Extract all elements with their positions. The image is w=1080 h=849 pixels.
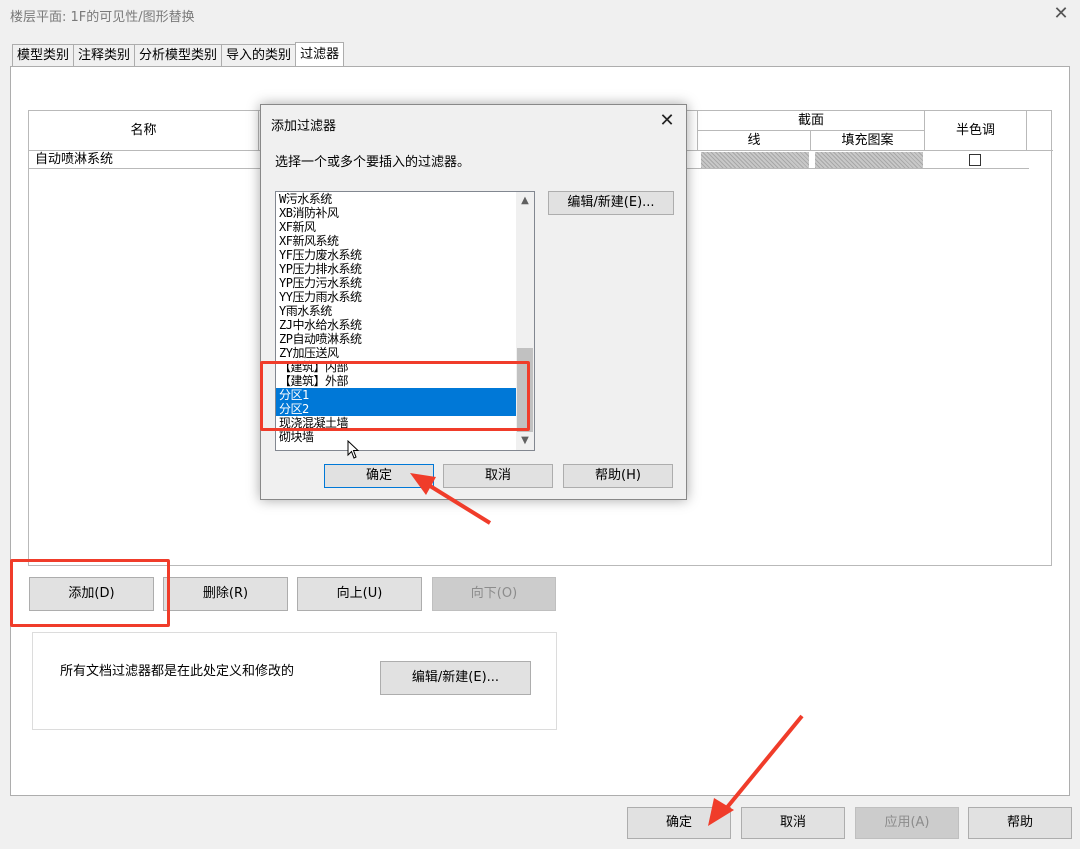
- scroll-up-icon[interactable]: ▲: [516, 192, 534, 210]
- info-text: 所有文档过滤器都是在此处定义和修改的: [60, 664, 295, 679]
- mouse-cursor-icon: [347, 440, 360, 459]
- list-item[interactable]: YP压力排水系统: [276, 262, 516, 276]
- add-filter-dialog: 添加过滤器 ✕ 选择一个或多个要插入的过滤器。 W污水系统 XB消防补风 XF新风 X…: [260, 104, 687, 500]
- header-fill-pattern: 填充图案: [811, 131, 925, 151]
- tab-imported-categories[interactable]: 导入的类别: [221, 44, 297, 67]
- list-item[interactable]: Y雨水系统: [276, 304, 516, 318]
- header-cut: 截面: [697, 111, 925, 131]
- row-name: 自动喷淋系统: [35, 152, 114, 167]
- highlight-box-selection: [260, 361, 530, 431]
- tab-model-categories[interactable]: 模型类别: [12, 44, 75, 67]
- dialog-edit-new-button[interactable]: 编辑/新建(E)...: [548, 191, 674, 215]
- annotation-arrow-dialog-ok: [410, 473, 492, 525]
- scroll-down-icon[interactable]: ▼: [516, 432, 534, 450]
- list-item[interactable]: YF压力废水系统: [276, 248, 516, 262]
- cut-fill-swatch[interactable]: [815, 152, 923, 168]
- dialog-title: 添加过滤器: [271, 119, 337, 134]
- delete-filter-button[interactable]: 删除(R): [163, 577, 288, 611]
- list-item[interactable]: XB消防补风: [276, 206, 516, 220]
- halftone-checkbox[interactable]: [969, 154, 981, 166]
- highlight-box-add: [10, 559, 170, 627]
- list-item[interactable]: ZP自动喷淋系统: [276, 332, 516, 346]
- cut-line-swatch[interactable]: [701, 152, 809, 168]
- list-item[interactable]: XF新风系统: [276, 234, 516, 248]
- edit-new-button[interactable]: 编辑/新建(E)...: [380, 661, 531, 695]
- list-item[interactable]: W污水系统: [276, 192, 516, 206]
- list-item[interactable]: YP压力污水系统: [276, 276, 516, 290]
- dialog-prompt: 选择一个或多个要插入的过滤器。: [275, 155, 471, 170]
- list-item[interactable]: XF新风: [276, 220, 516, 234]
- header-name: 名称: [29, 111, 259, 151]
- tab-analytical-model-categories[interactable]: 分析模型类别: [134, 44, 223, 67]
- header-halftone: 半色调: [925, 111, 1027, 151]
- header-line: 线: [697, 131, 811, 151]
- list-item[interactable]: ZY加压送风: [276, 346, 516, 360]
- tab-filters[interactable]: 过滤器: [295, 42, 345, 67]
- help-button[interactable]: 帮助: [968, 807, 1072, 839]
- apply-button[interactable]: 应用(A): [855, 807, 959, 839]
- tab-strip: 模型类别 注释类别 分析模型类别 导入的类别 过滤器: [12, 42, 345, 67]
- list-item[interactable]: 砌块墙: [276, 430, 516, 444]
- list-item[interactable]: ZJ中水给水系统: [276, 318, 516, 332]
- close-icon[interactable]: ✕: [1048, 2, 1074, 26]
- dialog-close-icon[interactable]: ✕: [655, 109, 679, 133]
- move-down-button[interactable]: 向下(O): [432, 577, 556, 611]
- window-title: 楼层平面: 1F的可见性/图形替换: [10, 10, 195, 25]
- dialog-help-button[interactable]: 帮助(H): [563, 464, 673, 488]
- annotation-arrow-ok: [708, 714, 804, 826]
- move-up-button[interactable]: 向上(U): [297, 577, 422, 611]
- list-item[interactable]: YY压力雨水系统: [276, 290, 516, 304]
- tab-annotation-categories[interactable]: 注释类别: [73, 44, 136, 67]
